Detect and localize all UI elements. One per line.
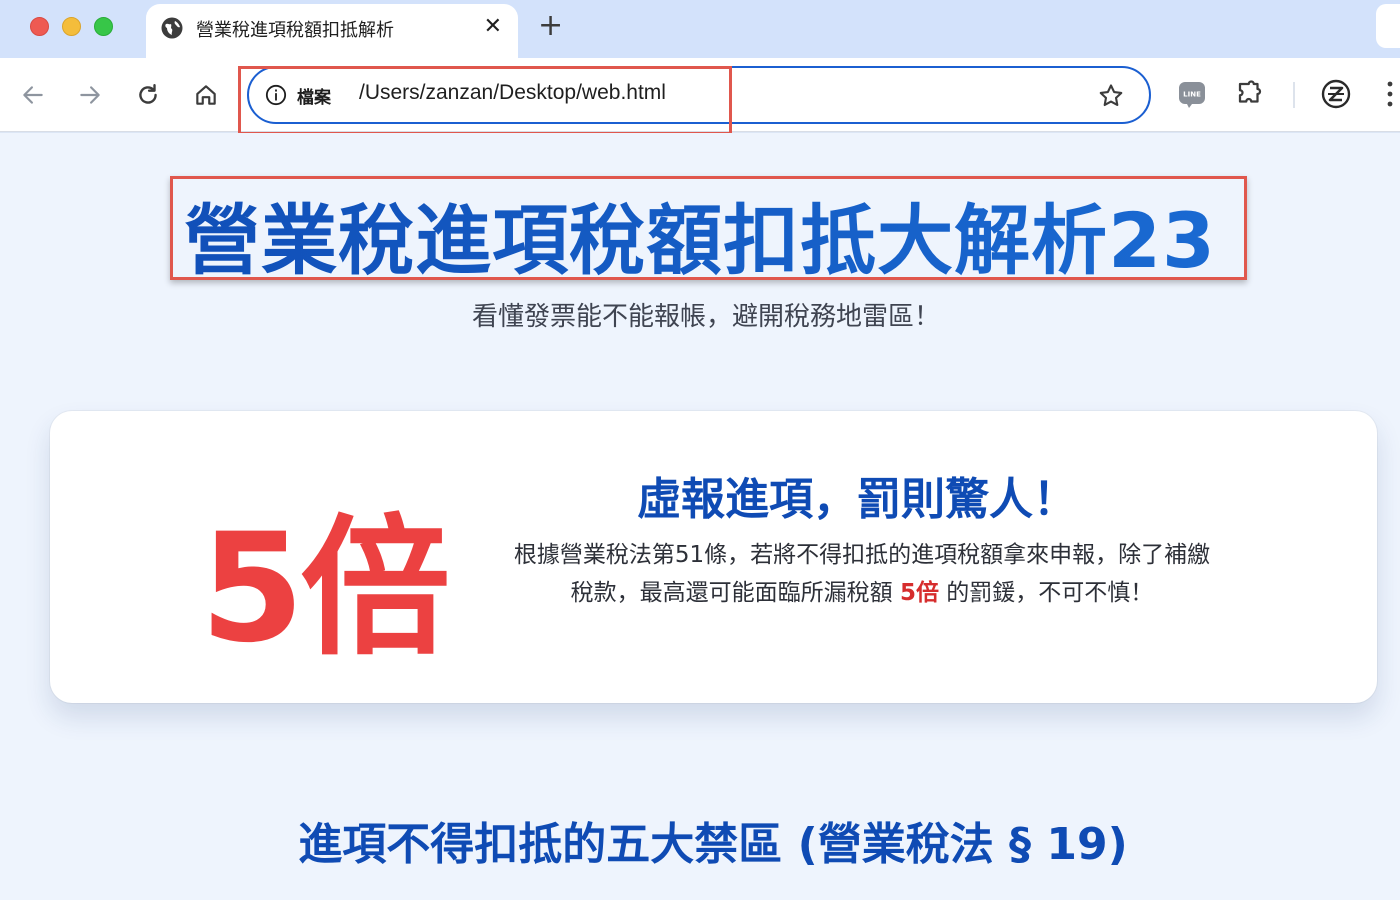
new-tab-button[interactable]: + <box>538 10 563 42</box>
card-body-text-end: 的罰鍰，不可不慎！ <box>939 580 1154 606</box>
section-heading: 進項不得扣抵的五大禁區 (營業稅法 § 19) <box>298 819 1128 870</box>
profile-button[interactable] <box>1320 78 1352 110</box>
penalty-multiplier: 5倍 <box>200 502 450 676</box>
toolbar-separator <box>1293 82 1295 108</box>
line-extension-icon: LINE <box>1179 82 1205 108</box>
penalty-card: 5倍 虛報進項，罰則驚人！ 根據營業稅法第51條，若將不得扣抵的進項稅額拿來申報… <box>50 411 1377 703</box>
globe-icon <box>161 17 183 39</box>
address-highlight-box <box>238 66 732 135</box>
z-profile-icon <box>1321 79 1351 109</box>
card-heading: 虛報進項，罰則驚人！ <box>637 474 1077 525</box>
menu-button[interactable] <box>1380 78 1400 110</box>
forward-button[interactable] <box>75 80 105 110</box>
home-button[interactable] <box>191 80 221 110</box>
star-icon[interactable] <box>1097 82 1125 110</box>
tab-title: 營業稅進項稅額扣抵解析 <box>196 20 394 41</box>
line-extension-button[interactable]: LINE <box>1176 78 1208 110</box>
window-close-button[interactable] <box>30 17 49 36</box>
tab-strip: 營業稅進項稅額扣抵解析 ✕ + <box>0 0 1400 58</box>
line-badge-text: LINE <box>1183 91 1201 99</box>
page-subtitle: 看懂發票能不能報帳，避開稅務地雷區！ <box>471 302 940 332</box>
extensions-button[interactable] <box>1234 78 1266 110</box>
tab-search-button[interactable] <box>1376 4 1400 48</box>
active-tab[interactable]: 營業稅進項稅額扣抵解析 ✕ <box>146 4 518 58</box>
page-title: 營業稅進項稅額扣抵大解析23 <box>0 179 1400 289</box>
puzzle-icon <box>1238 80 1262 103</box>
kebab-menu-icon <box>1387 81 1393 107</box>
home-icon <box>196 85 216 105</box>
reload-button[interactable] <box>133 80 163 110</box>
arrow-left-icon <box>23 86 43 104</box>
back-button[interactable] <box>18 80 48 110</box>
arrow-right-icon <box>80 86 100 104</box>
window-maximize-button[interactable] <box>94 17 113 36</box>
page-viewport: 營業稅進項稅額扣抵大解析23 看懂發票能不能報帳，避開稅務地雷區！ 5倍 虛報進… <box>0 133 1400 900</box>
reload-icon <box>139 84 157 104</box>
window-minimize-button[interactable] <box>62 17 81 36</box>
card-body-highlight: 5倍 <box>899 580 939 606</box>
tab-close-icon[interactable]: ✕ <box>484 14 502 40</box>
card-body: 根據營業稅法第51條，若將不得扣抵的進項稅額拿來申報，除了補繳稅款，最高還可能面… <box>512 536 1212 612</box>
